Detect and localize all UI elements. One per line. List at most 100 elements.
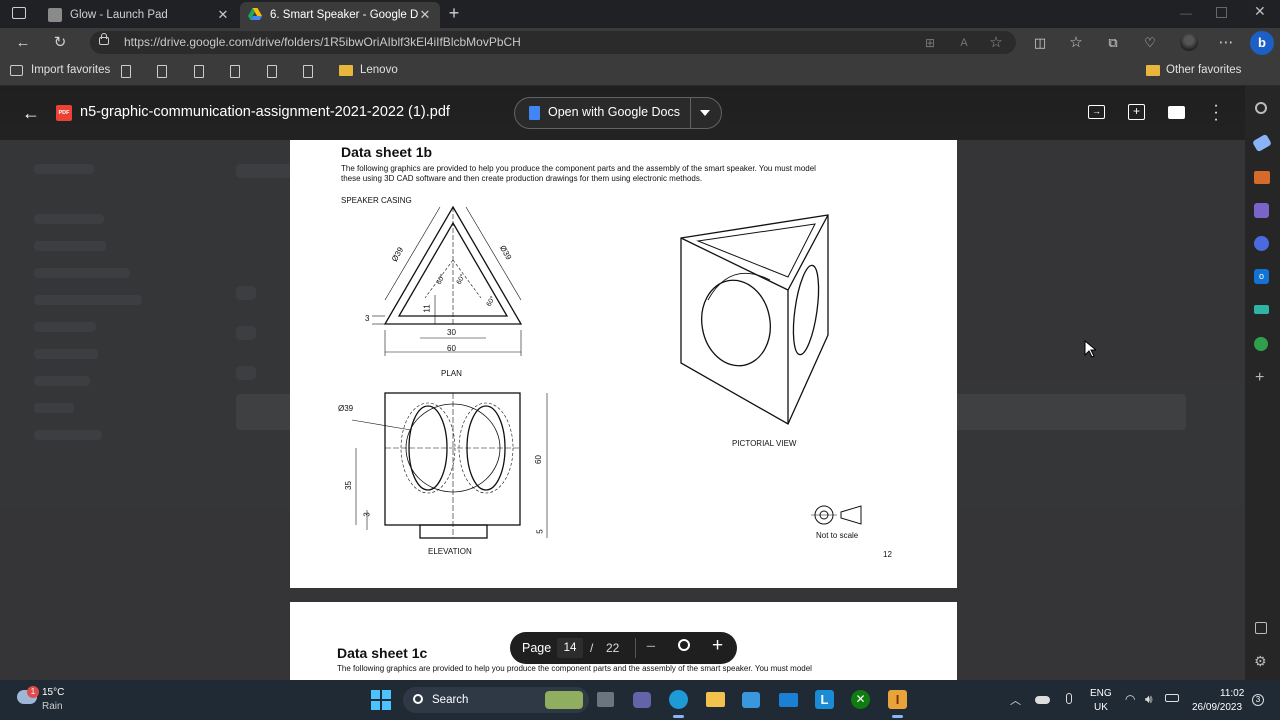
store-icon[interactable]	[742, 692, 760, 708]
dim-eleven: 11	[422, 304, 432, 313]
pdf-file-icon: PDF	[56, 105, 72, 121]
import-favorites-link[interactable]: Import favorites	[10, 64, 110, 76]
pictorial-view-label: PICTORIAL VIEW	[732, 439, 797, 448]
more-actions-icon[interactable]: · · ·	[1211, 98, 1221, 128]
url-text[interactable]: https://drive.google.com/drive/folders/1…	[124, 35, 521, 49]
sidebar-games-icon[interactable]	[1254, 203, 1269, 218]
other-favorites-folder[interactable]: Other favorites	[1146, 64, 1241, 76]
battery-icon[interactable]	[1165, 694, 1179, 702]
maximize-icon[interactable]	[1216, 7, 1227, 18]
page-label: Page	[522, 641, 552, 655]
sidebar-search-icon[interactable]	[1255, 102, 1267, 114]
favorite-page-icon[interactable]	[194, 65, 204, 78]
search-label: Search	[432, 694, 469, 706]
sidebar-drop-icon[interactable]	[1254, 337, 1268, 351]
close-tab-icon[interactable]: ✕	[216, 7, 230, 23]
language-code[interactable]: ENG	[1090, 688, 1112, 699]
drive-row-icon	[236, 366, 256, 380]
sidebar-outlook-icon[interactable]: o	[1254, 269, 1269, 284]
browser-essentials-icon[interactable]: ♡	[1141, 34, 1159, 52]
app-l-icon[interactable]: L	[815, 690, 834, 709]
drive-nav-item	[34, 430, 102, 440]
notification-center-badge[interactable]: 3	[1252, 694, 1264, 706]
elevation-view-drawing	[351, 392, 548, 539]
dim-three-elevation: 3	[362, 512, 372, 517]
close-window-icon[interactable]: ✕	[1254, 3, 1266, 20]
clock-date[interactable]: 26/09/2023	[1192, 702, 1242, 713]
task-view-icon[interactable]	[597, 692, 614, 707]
viewer-back-icon[interactable]: ←	[22, 103, 40, 124]
tab-glow-launch-pad[interactable]: Glow - Launch Pad ✕	[40, 2, 238, 28]
zoom-in-icon[interactable]: +	[712, 635, 723, 657]
total-pages: 22	[606, 641, 620, 655]
clock-time[interactable]: 11:02	[1220, 688, 1244, 699]
volume-icon[interactable]: 🔊︎	[1145, 692, 1153, 707]
weather-condition[interactable]: Rain	[42, 701, 63, 712]
sidebar-tools-icon[interactable]	[1254, 171, 1270, 184]
sidebar-shopping-icon[interactable]	[1252, 133, 1272, 153]
tab-smart-speaker-drive[interactable]: 6. Smart Speaker - Google Drive ✕	[240, 2, 440, 28]
print-icon[interactable]	[1168, 106, 1185, 119]
favorites-icon[interactable]: ☆	[1067, 34, 1085, 52]
next-intro-line: The following graphics are provided to h…	[337, 664, 812, 673]
tab-title: 6. Smart Speaker - Google Drive	[270, 9, 418, 21]
profile-avatar[interactable]	[1180, 33, 1198, 51]
open-with-divider	[690, 98, 691, 128]
new-tab-icon[interactable]: +	[446, 4, 462, 22]
sidebar-add-icon[interactable]: +	[1255, 369, 1264, 387]
language-region[interactable]: UK	[1094, 702, 1108, 713]
collections-icon[interactable]: ⧉	[1104, 34, 1122, 52]
app-i-icon[interactable]: I	[888, 690, 907, 709]
favorite-star-icon[interactable]: ☆	[987, 34, 1005, 52]
google-drive-favicon-icon	[248, 8, 262, 22]
minimize-icon[interactable]: —	[1180, 6, 1192, 20]
favorite-page-icon[interactable]	[303, 65, 313, 78]
page-number-input[interactable]: 14	[557, 638, 583, 658]
drive-row-icon	[236, 326, 256, 340]
onedrive-icon[interactable]	[1035, 696, 1050, 704]
drive-nav-item	[34, 349, 98, 359]
refresh-icon[interactable]: ↻	[51, 34, 69, 52]
weather-temperature[interactable]: 15°C	[42, 687, 64, 698]
close-tab-icon[interactable]: ✕	[418, 7, 432, 23]
add-comment-icon[interactable]: +	[1128, 104, 1145, 120]
read-aloud-icon[interactable]: A	[955, 34, 973, 52]
sidebar-send-icon[interactable]	[1254, 305, 1269, 314]
windows-start-icon[interactable]	[371, 690, 391, 710]
edge-browser-icon[interactable]	[669, 690, 688, 709]
file-explorer-icon[interactable]	[706, 692, 725, 707]
favorite-page-icon[interactable]	[230, 65, 240, 78]
back-icon[interactable]: ←	[14, 34, 32, 52]
favorite-page-icon[interactable]	[121, 65, 131, 78]
app-available-icon[interactable]: ⊞	[921, 34, 939, 52]
teams-chat-icon[interactable]	[633, 692, 651, 708]
edge-sidebar: o + ⚙	[1245, 86, 1280, 680]
zoom-icon[interactable]	[678, 639, 690, 651]
sidebar-copilot-icon[interactable]	[1254, 236, 1269, 251]
drive-nav-item	[34, 295, 142, 305]
split-screen-icon[interactable]: ◫	[1031, 34, 1049, 52]
plan-label: PLAN	[441, 369, 462, 378]
favorite-page-icon[interactable]	[267, 65, 277, 78]
search-highlight-icon	[545, 691, 583, 709]
xbox-icon[interactable]: ✕	[851, 690, 870, 709]
open-with-dropdown-icon[interactable]	[700, 110, 710, 116]
tab-actions-icon[interactable]	[12, 7, 26, 19]
sidebar-hide-icon[interactable]	[1255, 622, 1267, 634]
glow-favicon-icon	[48, 8, 62, 22]
favorite-page-icon[interactable]	[157, 65, 167, 78]
add-to-drive-icon[interactable]: →	[1088, 105, 1105, 119]
microphone-icon[interactable]	[1066, 693, 1072, 704]
sidebar-settings-icon[interactable]: ⚙	[1254, 653, 1267, 670]
zoom-out-icon[interactable]: −	[646, 637, 656, 657]
mail-icon[interactable]	[779, 693, 798, 707]
wifi-icon[interactable]: ◠	[1125, 692, 1135, 706]
copilot-icon[interactable]: b	[1250, 31, 1274, 55]
more-options-icon[interactable]: ⋯	[1217, 34, 1235, 52]
show-hidden-icons-icon[interactable]: ︿	[1010, 692, 1021, 708]
pictorial-view-drawing	[680, 214, 829, 425]
next-sheet-heading: Data sheet 1c	[337, 645, 428, 661]
drive-nav-item	[34, 376, 90, 386]
lenovo-folder[interactable]: Lenovo	[339, 64, 398, 76]
import-favorites-label: Import favorites	[31, 64, 111, 76]
